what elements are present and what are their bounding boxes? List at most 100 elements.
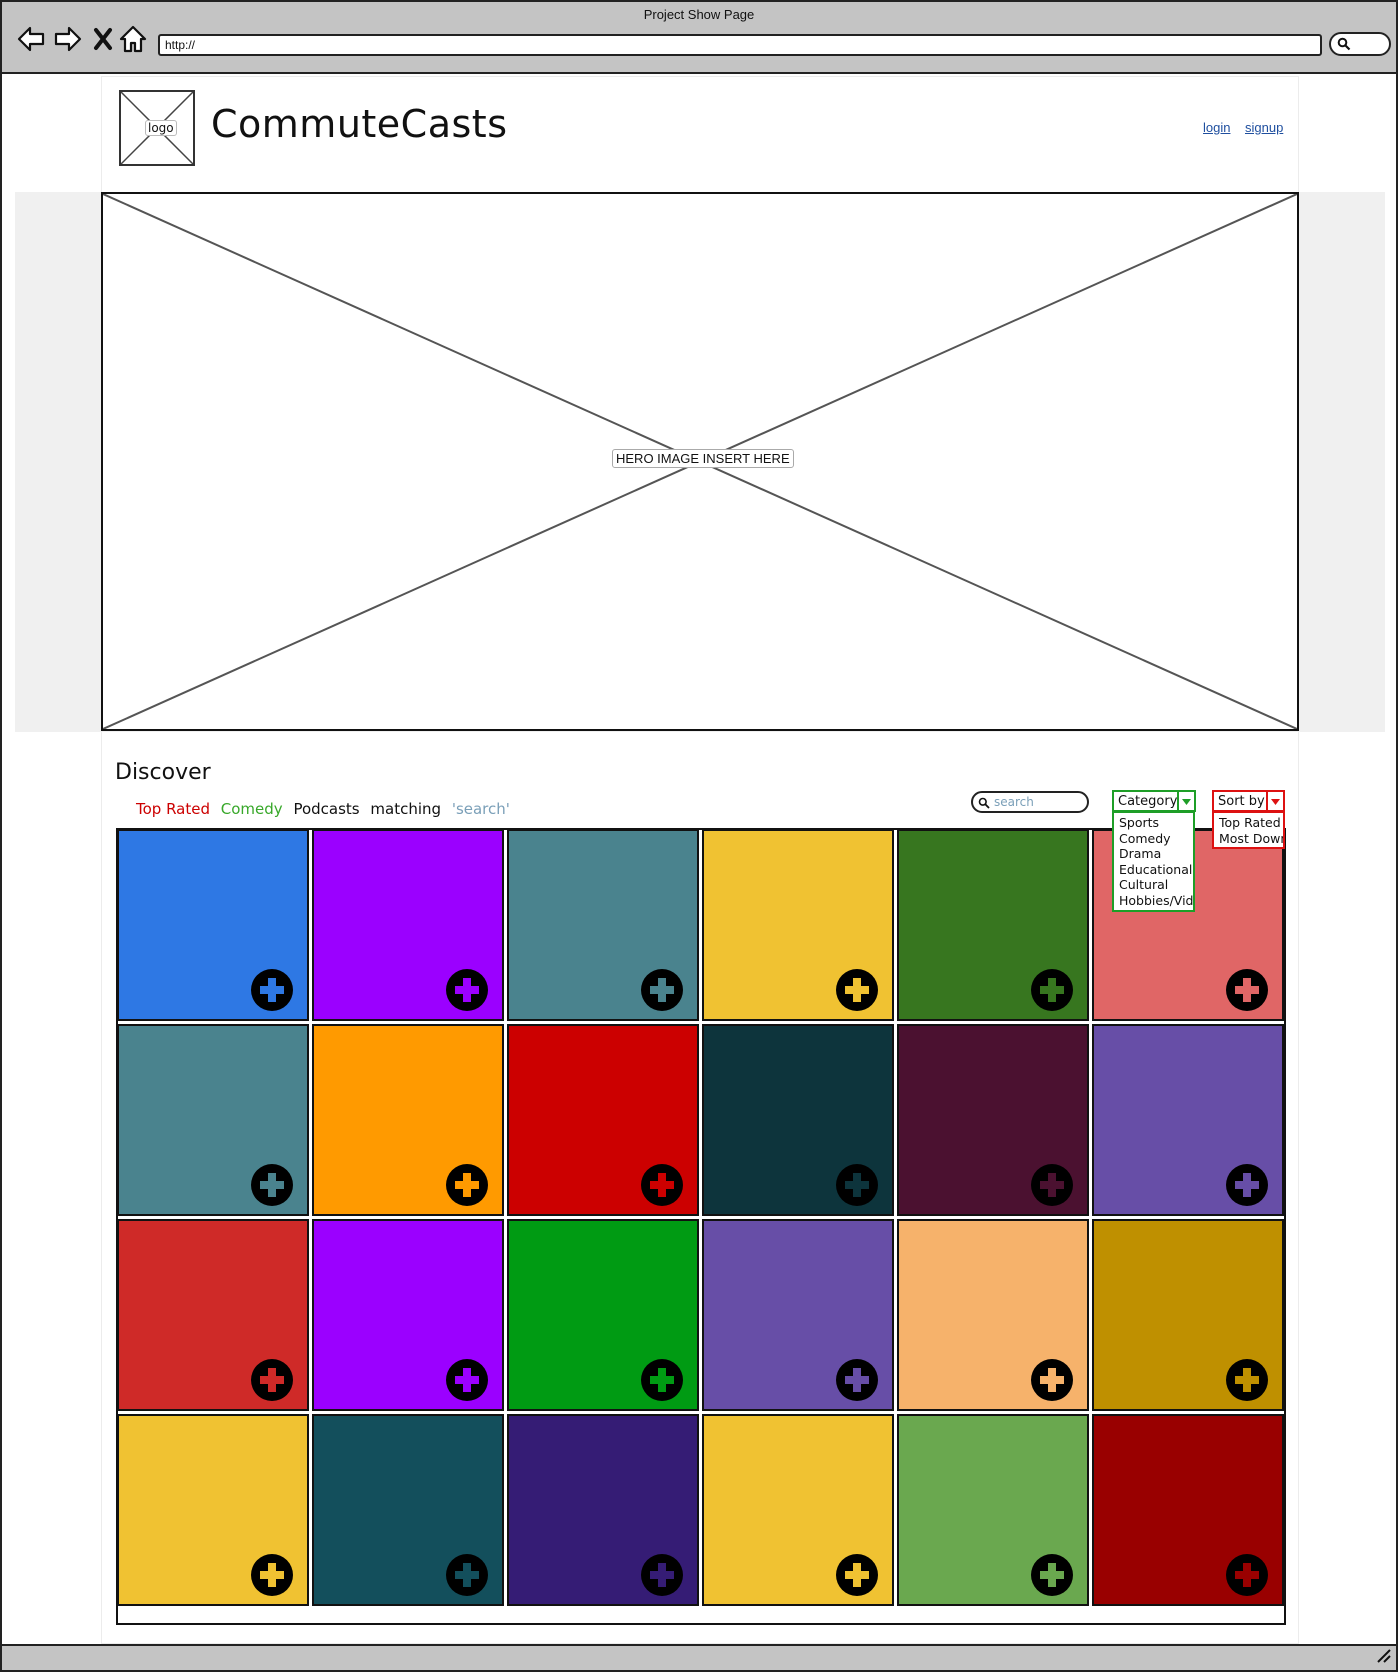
plus-icon	[1235, 1563, 1259, 1587]
add-podcast-button[interactable]	[446, 969, 488, 1011]
podcast-tile[interactable]	[1092, 1414, 1284, 1606]
podcast-tile[interactable]	[897, 1219, 1089, 1411]
podcast-tile[interactable]	[117, 829, 309, 1021]
brand-title: CommuteCasts	[211, 102, 508, 146]
chevron-down-icon[interactable]	[1266, 792, 1283, 810]
login-link[interactable]: login	[1203, 120, 1230, 135]
podcast-tile[interactable]	[312, 829, 504, 1021]
plus-icon	[455, 978, 479, 1002]
filter-connector: matching	[370, 800, 442, 818]
category-option[interactable]: Drama	[1119, 846, 1193, 862]
podcast-tile[interactable]	[897, 1024, 1089, 1216]
sort-option[interactable]: Top Rated	[1219, 815, 1283, 831]
podcast-tile[interactable]	[897, 829, 1089, 1021]
podcast-tile[interactable]	[897, 1414, 1089, 1606]
back-icon[interactable]	[16, 24, 46, 54]
add-podcast-button[interactable]	[251, 1554, 293, 1596]
add-podcast-button[interactable]	[836, 1164, 878, 1206]
plus-icon	[455, 1368, 479, 1392]
filter-query: 'search'	[451, 800, 510, 818]
category-option[interactable]: Educational	[1119, 862, 1193, 878]
forward-icon[interactable]	[53, 24, 83, 54]
podcast-tile[interactable]	[702, 1414, 894, 1606]
add-podcast-button[interactable]	[836, 969, 878, 1011]
podcast-tile[interactable]	[1092, 1024, 1284, 1216]
filter-category-word: Comedy	[220, 800, 283, 818]
add-podcast-button[interactable]	[641, 1359, 683, 1401]
add-podcast-button[interactable]	[251, 1164, 293, 1206]
plus-icon	[650, 1173, 674, 1197]
plus-icon	[650, 1563, 674, 1587]
sort-dropdown: Top Rated Most Downloaded	[1212, 811, 1285, 849]
podcast-tile[interactable]	[312, 1414, 504, 1606]
home-icon[interactable]	[118, 24, 148, 54]
category-option[interactable]: Hobbies/Video	[1119, 893, 1193, 909]
filter-sort-word: Top Rated	[136, 800, 210, 818]
filter-summary: Top Rated Comedy Podcasts matching 'sear…	[136, 800, 516, 818]
add-podcast-button[interactable]	[1031, 969, 1073, 1011]
add-podcast-button[interactable]	[1226, 969, 1268, 1011]
search-icon	[978, 797, 990, 809]
signup-link[interactable]: signup	[1245, 120, 1283, 135]
add-podcast-button[interactable]	[251, 969, 293, 1011]
status-bar	[2, 1644, 1396, 1670]
add-podcast-button[interactable]	[446, 1554, 488, 1596]
discover-heading: Discover	[115, 760, 211, 785]
sort-select-label: Sort by	[1218, 794, 1265, 809]
sort-option[interactable]: Most Downloaded	[1219, 831, 1283, 847]
plus-icon	[650, 978, 674, 1002]
podcast-tile[interactable]	[1092, 1219, 1284, 1411]
browser-search-box[interactable]	[1329, 32, 1391, 56]
podcast-grid	[117, 829, 1287, 1607]
plus-icon	[1235, 978, 1259, 1002]
search-placeholder: search	[994, 795, 1034, 809]
category-option[interactable]: Sports	[1119, 815, 1193, 831]
category-select-label: Category	[1118, 794, 1178, 809]
chevron-down-icon[interactable]	[1177, 792, 1194, 810]
plus-icon	[455, 1173, 479, 1197]
podcast-tile[interactable]	[702, 1024, 894, 1216]
add-podcast-button[interactable]	[1031, 1554, 1073, 1596]
add-podcast-button[interactable]	[446, 1164, 488, 1206]
podcast-tile[interactable]	[312, 1219, 504, 1411]
search-input[interactable]: search	[971, 791, 1089, 813]
plus-icon	[1040, 978, 1064, 1002]
podcast-tile[interactable]	[702, 829, 894, 1021]
podcast-tile[interactable]	[117, 1219, 309, 1411]
plus-icon	[845, 1368, 869, 1392]
search-icon	[1337, 37, 1351, 51]
add-podcast-button[interactable]	[251, 1359, 293, 1401]
resize-grip-icon[interactable]	[1374, 1646, 1392, 1668]
plus-icon	[845, 978, 869, 1002]
add-podcast-button[interactable]	[1226, 1164, 1268, 1206]
category-option[interactable]: Cultural	[1119, 877, 1193, 893]
add-podcast-button[interactable]	[641, 969, 683, 1011]
category-option[interactable]: Comedy	[1119, 831, 1193, 847]
add-podcast-button[interactable]	[446, 1359, 488, 1401]
plus-icon	[1235, 1368, 1259, 1392]
podcast-tile[interactable]	[507, 829, 699, 1021]
plus-icon	[455, 1563, 479, 1587]
add-podcast-button[interactable]	[641, 1164, 683, 1206]
add-podcast-button[interactable]	[1226, 1554, 1268, 1596]
add-podcast-button[interactable]	[1031, 1164, 1073, 1206]
filter-noun: Podcasts	[293, 800, 360, 818]
window-title: Project Show Page	[643, 7, 755, 22]
sort-select[interactable]: Sort by	[1212, 790, 1285, 812]
add-podcast-button[interactable]	[1031, 1359, 1073, 1401]
podcast-tile[interactable]	[507, 1414, 699, 1606]
url-bar[interactable]: http://	[158, 34, 1322, 56]
podcast-tile[interactable]	[117, 1024, 309, 1216]
podcast-tile[interactable]	[312, 1024, 504, 1216]
add-podcast-button[interactable]	[641, 1554, 683, 1596]
podcast-tile[interactable]	[507, 1219, 699, 1411]
podcast-tile[interactable]	[702, 1219, 894, 1411]
category-select[interactable]: Category	[1112, 790, 1196, 812]
plus-icon	[260, 978, 284, 1002]
add-podcast-button[interactable]	[836, 1359, 878, 1401]
add-podcast-button[interactable]	[1226, 1359, 1268, 1401]
podcast-tile[interactable]	[117, 1414, 309, 1606]
plus-icon	[260, 1563, 284, 1587]
add-podcast-button[interactable]	[836, 1554, 878, 1596]
podcast-tile[interactable]	[507, 1024, 699, 1216]
